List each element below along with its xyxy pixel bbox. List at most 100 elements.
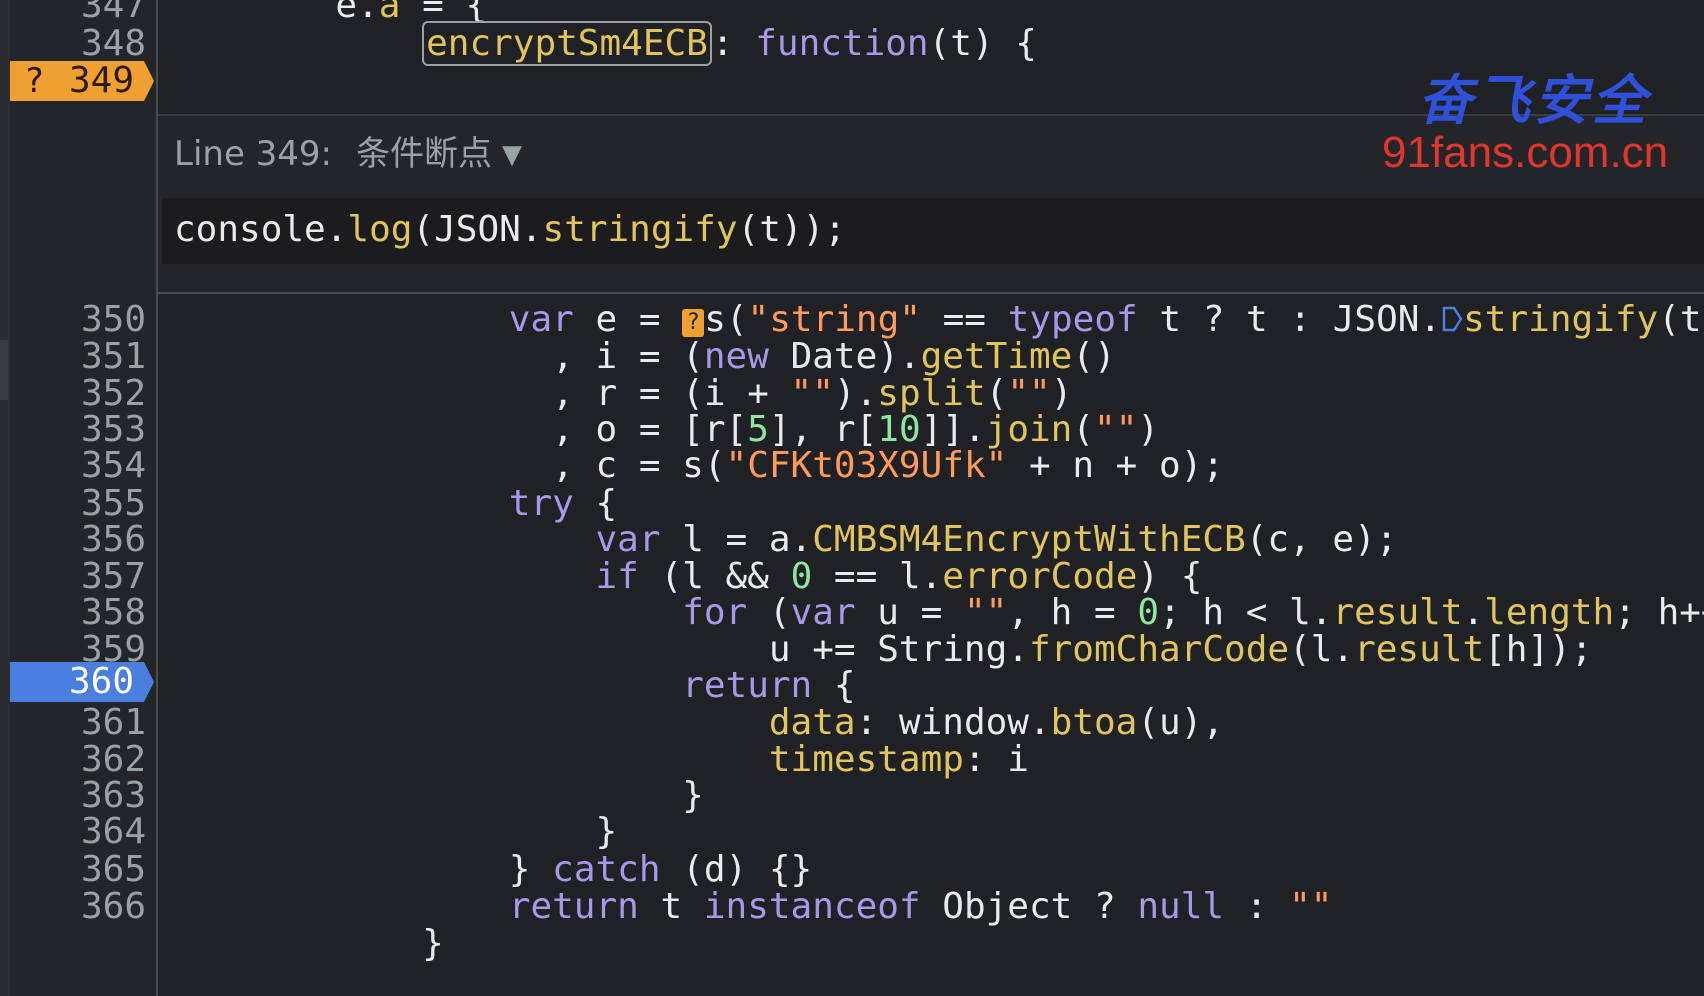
code-line[interactable]: timestamp: i xyxy=(162,740,1029,780)
line-number[interactable]: 351 xyxy=(10,337,146,377)
condition-expression-input[interactable]: console.log(JSON.stringify(t)); xyxy=(162,198,1704,264)
code-token: Object ? xyxy=(920,886,1138,927)
inline-step-marker-icon[interactable] xyxy=(1441,305,1463,333)
code-token: 10 xyxy=(877,409,921,450)
code-token: errorCode xyxy=(942,556,1138,597)
code-token: catch xyxy=(552,849,661,890)
code-line[interactable]: if (l && 0 == l.errorCode) { xyxy=(162,557,1202,597)
chevron-down-icon: ▼ xyxy=(502,140,523,170)
code-token: var xyxy=(508,299,574,340)
breakpoint-editor-header: Line 349: 条件断点 ▼ xyxy=(174,134,522,175)
line-number[interactable]: 352 xyxy=(10,374,146,414)
code-token: l = a. xyxy=(660,519,813,560)
code-token: { xyxy=(812,665,856,706)
code-token: : window. xyxy=(855,702,1051,743)
code-line[interactable]: data: window.btoa(u), xyxy=(162,703,1224,743)
code-line[interactable]: , o = [r[5], r[10]].join("") xyxy=(162,410,1159,450)
code-token: (u), xyxy=(1137,702,1225,743)
line-number[interactable]: 359 xyxy=(10,630,146,670)
sidebar-resize-handle[interactable] xyxy=(0,340,8,400)
watermark-brand: 奋飞安全 xyxy=(1418,68,1650,132)
code-token: for xyxy=(682,592,748,633)
code-token: } xyxy=(162,811,618,852)
line-number[interactable]: 362 xyxy=(10,740,146,780)
line-number[interactable]: 355 xyxy=(10,484,146,524)
code-token: try xyxy=(508,483,574,524)
code-line[interactable]: , c = s("CFKt03X9Ufk" + n + o); xyxy=(162,446,1224,486)
code-token: : i xyxy=(963,739,1029,780)
code-token: result xyxy=(1354,629,1485,670)
code-token: : xyxy=(711,23,756,64)
expression-token: log xyxy=(347,209,413,250)
code-token: e = xyxy=(573,299,683,340)
code-line[interactable]: , r = (i + "").split("") xyxy=(162,374,1072,414)
code-line[interactable]: } xyxy=(162,924,444,964)
code-token: , r = (i + xyxy=(162,373,791,414)
code-token: result xyxy=(1332,592,1463,633)
code-token: u += String. xyxy=(162,629,1029,670)
line-number[interactable]: 350 xyxy=(10,300,146,340)
line-number[interactable]: 354 xyxy=(10,446,146,486)
code-line[interactable]: , i = (new Date).getTime() xyxy=(162,337,1116,377)
line-number[interactable]: 366 xyxy=(10,887,146,927)
code-token: btoa xyxy=(1050,702,1138,743)
code-token: getTime xyxy=(920,336,1073,377)
code-token: ) { xyxy=(1137,556,1203,597)
code-token: split xyxy=(877,373,986,414)
code-line[interactable]: var e = ? s("string" == typeof t ? t : JS… xyxy=(162,300,1702,340)
expression-token: (JSON. xyxy=(412,209,543,250)
code-token: ). xyxy=(833,373,878,414)
code-token: timestamp xyxy=(768,739,964,780)
line-number[interactable]: 357 xyxy=(10,557,146,597)
code-token: fromCharCode xyxy=(1028,629,1290,670)
code-token: new xyxy=(703,336,769,377)
breakpoint-type-label: 条件断点 xyxy=(356,134,493,174)
code-token: == xyxy=(920,299,1008,340)
code-token: if xyxy=(595,556,639,597)
watermark-url: 91fans.com.cn xyxy=(1382,128,1669,177)
code-token: var xyxy=(595,519,661,560)
code-editor[interactable]: e.a = { encryptSm4ECB: function(t) { var… xyxy=(0,0,1704,996)
code-token: ( xyxy=(1072,409,1095,450)
line-number[interactable]: 365 xyxy=(10,850,146,890)
code-line[interactable]: } catch (d) {} xyxy=(162,850,812,890)
code-token: ], r[ xyxy=(768,409,878,450)
line-number[interactable]: 358 xyxy=(10,593,146,633)
code-token: CMBSM4EncryptWithECB xyxy=(812,519,1246,560)
code-token: t xyxy=(638,886,704,927)
line-number[interactable]: 364 xyxy=(10,812,146,852)
line-number[interactable]: 361 xyxy=(10,703,146,743)
code-token: == l. xyxy=(812,556,943,597)
line-number[interactable]: 353 xyxy=(10,410,146,450)
conditional-breakpoint-marker[interactable]: ? 349 xyxy=(10,61,154,101)
line-number[interactable]: 363 xyxy=(10,776,146,816)
code-line[interactable]: } xyxy=(162,776,704,816)
inline-breakpoint-icon[interactable]: ? xyxy=(682,309,705,337)
code-line[interactable]: u += String.fromCharCode(l.result[h]); xyxy=(162,630,1593,670)
code-token: "string" xyxy=(747,299,921,340)
code-token: : xyxy=(1224,886,1290,927)
code-line[interactable]: for (var u = "", h = 0; h < l.result.len… xyxy=(162,593,1704,633)
code-token: , i = ( xyxy=(162,336,704,377)
code-token: [h]); xyxy=(1484,629,1593,670)
code-line[interactable]: } xyxy=(162,812,617,852)
code-line[interactable]: return t instanceof Object ? null : "" xyxy=(162,886,1333,927)
line-number[interactable]: 356 xyxy=(10,520,146,560)
code-token: (t) { xyxy=(928,23,1037,64)
line-number[interactable]: 348 xyxy=(10,24,146,64)
code-token: (l && xyxy=(638,556,791,597)
breakpoint-type-select[interactable]: 条件断点 ▼ xyxy=(356,134,522,174)
code-line[interactable]: encryptSm4ECB: function(t) { xyxy=(162,21,1037,66)
code-token: Date). xyxy=(768,336,921,377)
code-line[interactable]: return { xyxy=(162,665,856,706)
breakpoint-line-label: Line 349: xyxy=(174,134,333,174)
code-line[interactable]: var l = a.CMBSM4EncryptWithECB(c, e); xyxy=(162,520,1397,560)
code-token: length xyxy=(1484,592,1615,633)
code-line[interactable]: try { xyxy=(162,484,617,524)
